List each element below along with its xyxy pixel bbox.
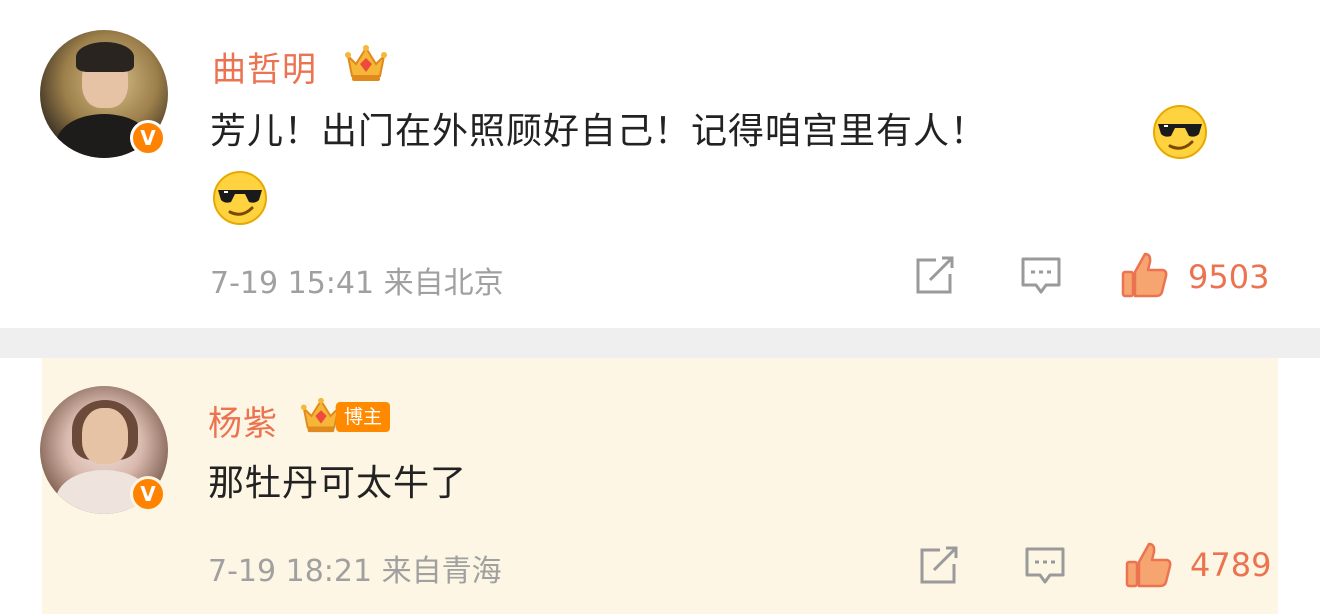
cool-sunglasses-emoji-icon (1153, 105, 1207, 159)
blogger-badge: 博主 (336, 402, 391, 432)
comment-meta: 7-19 15:41 来自北京 (210, 258, 504, 302)
crown-icon (345, 45, 387, 81)
author-name[interactable]: 杨紫 (208, 396, 278, 445)
location: 来自北京 (383, 266, 504, 301)
comment-icon[interactable] (1020, 256, 1062, 296)
verified-v-icon: V (130, 120, 166, 156)
author-name[interactable]: 曲哲明 (212, 42, 317, 91)
like-count: 9503 (1188, 258, 1270, 296)
share-icon[interactable] (918, 546, 960, 586)
separator (0, 328, 1320, 358)
share-icon[interactable] (914, 256, 956, 296)
comment-item: V 曲哲明 芳儿！出门在外照顾好自己！记得咱宫里有人！ 7-19 15:41 来… (0, 0, 1320, 328)
comment-text: 那牡丹可太牛了 (208, 463, 468, 504)
cool-sunglasses-emoji-icon (213, 171, 267, 225)
like-thumb-icon[interactable] (1124, 540, 1174, 590)
timestamp: 7-19 15:41 (210, 266, 375, 301)
verified-v-icon: V (130, 476, 166, 512)
comment-text: 芳儿！出门在外照顾好自己！记得咱宫里有人！ (210, 111, 988, 152)
timestamp: 7-19 18:21 (208, 554, 373, 589)
comment-item: V 杨紫 博主 那牡丹可太牛了 7-19 18:21 来自青海 4789 (0, 358, 1320, 614)
comment-icon[interactable] (1024, 546, 1066, 586)
comment-meta: 7-19 18:21 来自青海 (208, 546, 502, 590)
like-count: 4789 (1190, 546, 1272, 584)
like-thumb-icon[interactable] (1120, 250, 1170, 300)
location: 来自青海 (381, 554, 502, 589)
